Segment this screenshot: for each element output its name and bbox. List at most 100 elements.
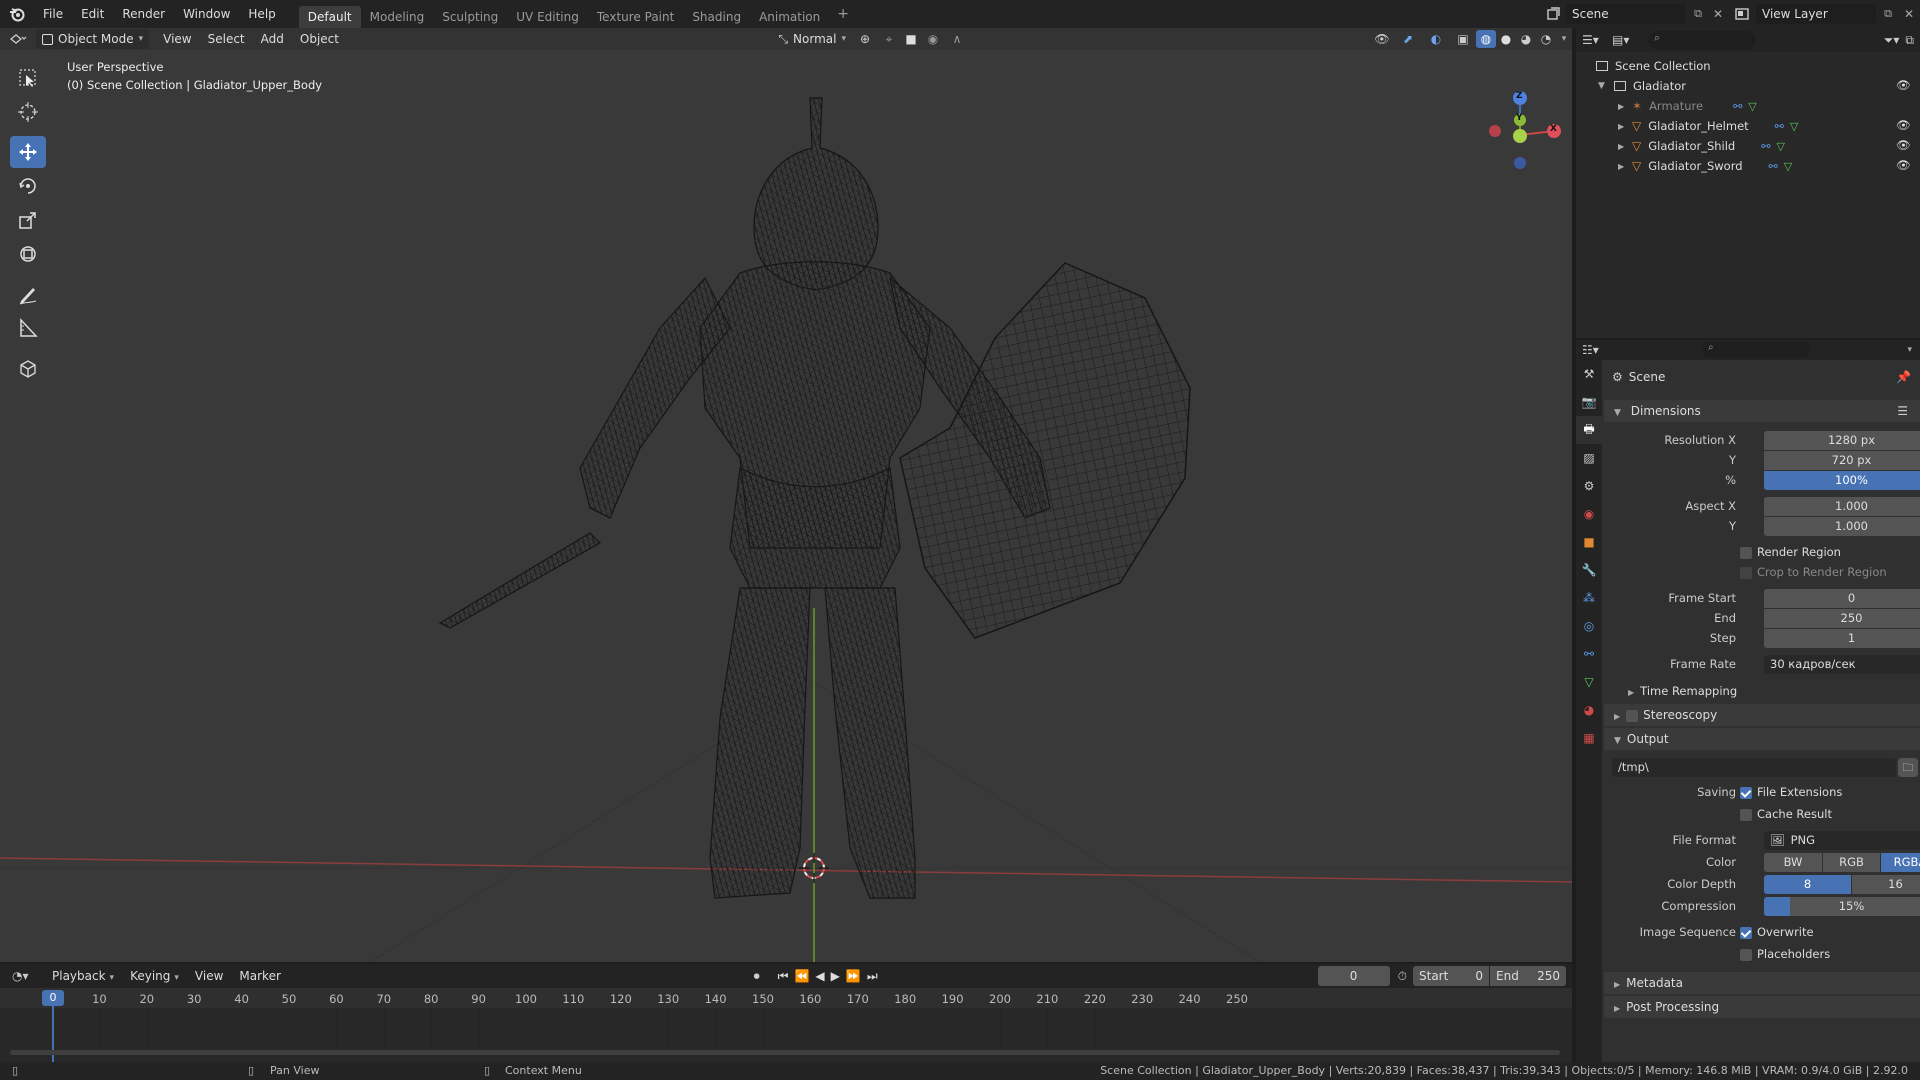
snap-target-icon[interactable]: ■ — [900, 32, 922, 46]
particles-tab[interactable]: ⁂ — [1576, 584, 1602, 612]
editor-type-icon[interactable] — [0, 32, 36, 46]
color-bw-option[interactable]: BW — [1764, 852, 1822, 872]
output-path-field[interactable]: /tmp\ — [1612, 758, 1896, 777]
menu-render[interactable]: Render — [113, 0, 174, 28]
scale-tool[interactable] — [10, 204, 46, 236]
physics-tab[interactable]: ◎ — [1576, 612, 1602, 640]
outliner-row-armature[interactable]: ▶ ✶ Armature ⚯ ▽ — [1576, 96, 1920, 116]
tab-shading[interactable]: Shading — [683, 6, 750, 28]
new-view-layer-icon[interactable]: ⧉ — [1878, 7, 1898, 21]
eye-icon[interactable]: 👁 — [1896, 158, 1911, 172]
color-depth-16-option[interactable]: 16 — [1852, 874, 1920, 894]
expand-right-icon[interactable]: ▶ — [1618, 102, 1632, 111]
material-shading-icon[interactable]: ◕ — [1516, 32, 1536, 46]
select-box-tool[interactable] — [10, 62, 46, 94]
rendered-shading-icon[interactable]: ◔ — [1536, 32, 1556, 46]
3d-viewport[interactable]: Object Mode ▾ View Select Add Object ⤡ Norm… — [0, 28, 1572, 962]
blender-logo-icon[interactable] — [0, 0, 34, 28]
crop-region-checkbox[interactable]: Crop to Render Region — [1740, 565, 1887, 579]
menu-help[interactable]: Help — [239, 0, 284, 28]
outliner-editor-icon[interactable]: ☰▾ — [1582, 33, 1606, 47]
add-cube-tool[interactable] — [10, 352, 46, 384]
color-depth-8-option[interactable]: 8 — [1764, 874, 1851, 894]
chevron-down-icon[interactable]: ▾ — [1907, 345, 1912, 355]
transform-orientation-dropdown[interactable]: ⤡ Normal ▾ — [772, 32, 852, 47]
visibility-icon[interactable]: 👁 — [1370, 32, 1394, 46]
tab-uv-editing[interactable]: UV Editing — [507, 6, 588, 28]
new-collection-icon[interactable]: ⧉ — [1905, 33, 1914, 48]
color-rgba-option[interactable]: RGBA — [1881, 852, 1920, 872]
tab-texture-paint[interactable]: Texture Paint — [588, 6, 683, 28]
add-workspace-button[interactable]: + — [829, 6, 857, 22]
eye-icon[interactable]: 👁 — [1896, 118, 1911, 132]
tool-tab[interactable]: ⚒ — [1576, 360, 1602, 388]
annotate-tool[interactable] — [10, 278, 46, 310]
overlays-icon[interactable]: ◐ — [1422, 32, 1450, 46]
gizmo-toggle-icon[interactable]: ⬈ — [1394, 32, 1422, 46]
tab-sculpting[interactable]: Sculpting — [433, 6, 507, 28]
time-remapping-subpanel[interactable]: ▶ Time Remapping — [1628, 684, 1737, 698]
eye-icon[interactable]: 👁 — [1896, 78, 1911, 92]
timeline-scrollbar[interactable] — [10, 1050, 1560, 1055]
cache-result-checkbox[interactable]: Cache Result — [1740, 807, 1832, 821]
properties-search-input[interactable]: ⌕ — [1702, 342, 1810, 358]
output-panel-header[interactable]: ▼ Output — [1604, 728, 1920, 750]
render-tab[interactable]: 📷 — [1576, 388, 1602, 416]
outliner-row-gladiator-sword[interactable]: ▶ ▽ Gladiator_Sword ⚯ ▽ 👁 — [1576, 156, 1920, 176]
pin-icon[interactable]: 📌 — [1896, 370, 1911, 384]
pivot-point-icon[interactable]: ⊕ — [852, 32, 878, 46]
filter-icon[interactable]: ⏷▾ — [1884, 33, 1900, 48]
move-tool[interactable] — [10, 136, 46, 168]
frame-step-field[interactable]: 1 — [1764, 628, 1920, 648]
transform-tool[interactable] — [10, 238, 46, 270]
modifier-tab[interactable]: 🔧 — [1576, 556, 1602, 584]
tab-default[interactable]: Default — [298, 6, 361, 28]
object-tab[interactable]: ■ — [1576, 528, 1602, 556]
display-mode-icon[interactable]: ▤▾ — [1612, 33, 1642, 47]
scene-selector-icon[interactable] — [1542, 4, 1566, 24]
falloff-icon[interactable]: ∧ — [944, 32, 970, 46]
scene-name-field[interactable]: Scene — [1566, 4, 1686, 24]
outliner-row-gladiator[interactable]: ▼ Gladiator 👁 — [1576, 76, 1920, 96]
expand-down-icon[interactable]: ▼ — [1598, 81, 1614, 91]
delete-scene-icon[interactable]: ✕ — [1708, 7, 1728, 21]
playhead[interactable]: 0 — [42, 990, 64, 1006]
outliner-row-scene-collection[interactable]: Scene Collection — [1576, 56, 1920, 76]
stereoscopy-panel-header[interactable]: ▶ Stereoscopy — [1604, 704, 1920, 726]
output-tab[interactable]: 🖶 — [1576, 416, 1602, 444]
tab-modeling[interactable]: Modeling — [361, 6, 434, 28]
overwrite-checkbox[interactable]: Overwrite — [1740, 925, 1814, 939]
resolution-y-field[interactable]: 720 px — [1764, 450, 1920, 470]
xray-icon[interactable]: ▣ — [1450, 32, 1476, 46]
frame-start-field[interactable]: 0 — [1764, 588, 1920, 608]
color-rgb-option[interactable]: RGB — [1823, 852, 1880, 872]
render-region-checkbox[interactable]: Render Region — [1740, 545, 1841, 559]
folder-icon[interactable]: 🗀 — [1898, 758, 1918, 777]
viewport-menu-select[interactable]: Select — [200, 28, 253, 50]
dimensions-panel-header[interactable]: ▼ Dimensions ☰ — [1604, 400, 1920, 422]
measure-tool[interactable] — [10, 312, 46, 344]
snap-icon[interactable]: ⌖ — [878, 32, 900, 47]
eye-icon[interactable]: 👁 — [1896, 138, 1911, 152]
frame-end-field[interactable]: 250 — [1764, 608, 1920, 628]
file-format-dropdown[interactable]: 🖼PNG▾ — [1764, 830, 1920, 850]
resolution-x-field[interactable]: 1280 px — [1764, 430, 1920, 450]
cursor-tool[interactable] — [10, 96, 46, 128]
expand-right-icon[interactable]: ▶ — [1618, 162, 1632, 171]
viewport-menu-add[interactable]: Add — [253, 28, 292, 50]
viewport-canvas[interactable] — [0, 28, 1572, 962]
resolution-percentage-field[interactable]: 100% — [1764, 470, 1920, 490]
wireframe-shading-icon[interactable]: ◍ — [1476, 30, 1496, 48]
compression-slider[interactable]: 15% — [1764, 896, 1920, 916]
constraints-tab[interactable]: ⚯ — [1576, 640, 1602, 668]
view-layer-icon[interactable] — [1728, 7, 1756, 21]
proportional-edit-icon[interactable]: ◉ — [922, 32, 944, 46]
view-layer-field[interactable]: View Layer — [1756, 4, 1876, 24]
aspect-x-field[interactable]: 1.000 — [1764, 496, 1920, 516]
placeholders-checkbox[interactable]: Placeholders — [1740, 947, 1830, 961]
rotate-tool[interactable] — [10, 170, 46, 202]
view-layer-tab[interactable]: ▨ — [1576, 444, 1602, 472]
chevron-down-icon[interactable]: ▾ — [1556, 34, 1572, 44]
menu-window[interactable]: Window — [174, 0, 239, 28]
solid-shading-icon[interactable]: ● — [1496, 32, 1516, 46]
